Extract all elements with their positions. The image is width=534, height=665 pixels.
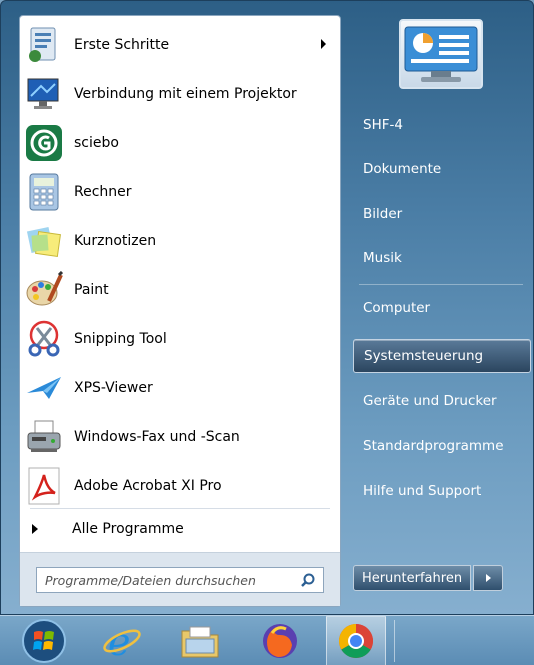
getting-started-icon <box>24 25 64 65</box>
search-box[interactable] <box>36 567 324 593</box>
search-icon[interactable] <box>301 573 315 587</box>
all-programs-button[interactable]: Alle Programme <box>20 514 340 544</box>
taskbar: e <box>0 615 534 665</box>
search-input[interactable] <box>45 572 295 588</box>
taskbar-divider <box>394 620 395 662</box>
chrome-icon <box>339 624 373 658</box>
projector-icon <box>24 74 64 114</box>
right-item-user[interactable]: SHF-4 <box>353 108 531 142</box>
search-area <box>20 552 340 606</box>
right-item-default-programs[interactable]: Standardprogramme <box>353 429 531 463</box>
acrobat-icon <box>24 466 64 506</box>
program-label: Paint <box>74 281 109 298</box>
right-item-label: SHF-4 <box>363 117 403 133</box>
shutdown-button[interactable]: Herunterfahren <box>353 565 471 591</box>
programs-pane: Erste Schritte Verbindung mit einem Proj… <box>19 15 341 607</box>
program-item-getting-started[interactable]: Erste Schritte <box>20 20 340 69</box>
right-item-label: Bilder <box>363 206 403 222</box>
program-item-snipping-tool[interactable]: Snipping Tool <box>20 314 340 363</box>
chevron-right-icon <box>485 574 491 582</box>
user-picture[interactable] <box>399 19 483 89</box>
right-item-label: Musik <box>363 250 402 266</box>
program-label: Kurznotizen <box>74 232 157 249</box>
right-item-computer[interactable]: Computer <box>353 291 531 325</box>
sciebo-icon <box>24 123 64 163</box>
program-label: Windows-Fax und -Scan <box>74 428 240 445</box>
taskbar-internet-explorer[interactable]: e <box>92 616 152 665</box>
taskbar-firefox[interactable] <box>250 616 310 665</box>
program-label: XPS-Viewer <box>74 379 153 396</box>
right-item-label: Standardprogramme <box>363 438 504 454</box>
all-programs-label: Alle Programme <box>72 521 184 537</box>
program-label: Snipping Tool <box>74 330 167 347</box>
windows-start-icon <box>22 619 66 663</box>
right-item-label: Geräte und Drucker <box>363 393 497 409</box>
shutdown-label: Herunterfahren <box>361 570 463 586</box>
right-item-documents[interactable]: Dokumente <box>353 152 531 186</box>
taskbar-chrome[interactable] <box>326 616 386 665</box>
paint-icon <box>24 270 64 310</box>
program-item-calculator[interactable]: Rechner <box>20 167 340 216</box>
control-panel-icon <box>404 26 478 82</box>
right-item-control-panel[interactable]: Systemsteuerung <box>353 339 531 373</box>
file-explorer-icon <box>181 626 219 658</box>
submenu-arrow-icon <box>321 39 326 49</box>
start-button[interactable] <box>14 616 74 665</box>
divider <box>30 508 330 509</box>
snipping-tool-icon <box>24 319 64 359</box>
taskbar-file-explorer[interactable] <box>170 616 230 665</box>
right-item-label: Computer <box>363 300 431 316</box>
sticky-notes-icon <box>24 221 64 261</box>
svg-text:e: e <box>108 621 131 661</box>
shutdown-options-button[interactable] <box>473 565 503 591</box>
calculator-icon <box>24 172 64 212</box>
firefox-icon <box>263 624 297 658</box>
program-label: Adobe Acrobat XI Pro <box>74 477 222 494</box>
right-item-label: Dokumente <box>363 161 442 177</box>
program-list: Erste Schritte Verbindung mit einem Proj… <box>20 20 340 510</box>
program-item-projector[interactable]: Verbindung mit einem Projektor <box>20 69 340 118</box>
right-item-label: Hilfe und Support <box>363 483 482 499</box>
right-item-pictures[interactable]: Bilder <box>353 197 531 231</box>
right-item-devices-printers[interactable]: Geräte und Drucker <box>353 384 531 418</box>
program-item-fax-scan[interactable]: Windows-Fax und -Scan <box>20 412 340 461</box>
program-item-sticky-notes[interactable]: Kurznotizen <box>20 216 340 265</box>
right-item-label: Systemsteuerung <box>364 348 484 364</box>
xps-viewer-icon <box>24 368 64 408</box>
program-item-xps-viewer[interactable]: XPS-Viewer <box>20 363 340 412</box>
start-menu: Erste Schritte Verbindung mit einem Proj… <box>0 0 534 615</box>
divider <box>359 284 523 285</box>
expand-arrow-icon <box>32 524 38 534</box>
program-item-acrobat[interactable]: Adobe Acrobat XI Pro <box>20 461 340 510</box>
program-item-sciebo[interactable]: sciebo <box>20 118 340 167</box>
program-label: sciebo <box>74 134 119 151</box>
program-item-paint[interactable]: Paint <box>20 265 340 314</box>
right-item-help-support[interactable]: Hilfe und Support <box>353 474 531 508</box>
fax-scan-icon <box>24 417 64 457</box>
right-item-music[interactable]: Musik <box>353 241 531 275</box>
program-label: Rechner <box>74 183 132 200</box>
program-label: Erste Schritte <box>74 36 170 53</box>
program-label: Verbindung mit einem Projektor <box>74 85 297 102</box>
internet-explorer-icon: e <box>103 621 141 661</box>
